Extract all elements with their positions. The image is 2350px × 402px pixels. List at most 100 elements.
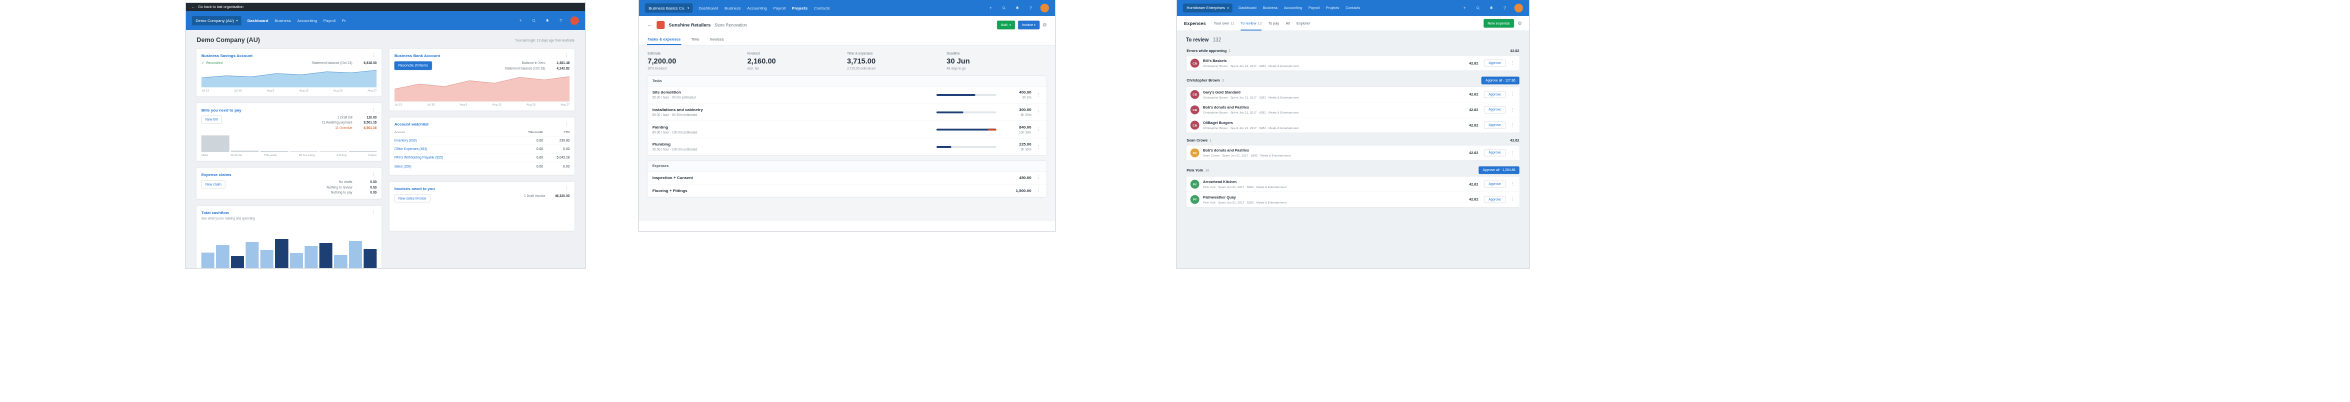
task-name[interactable]: Site demolition [652, 90, 932, 95]
approve-button[interactable]: Approve [1483, 90, 1506, 98]
approve-button[interactable]: Approve [1483, 59, 1506, 67]
kebab-menu-icon[interactable]: ⋮ [1509, 181, 1515, 186]
kebab-menu-icon[interactable]: ⋮ [370, 53, 376, 58]
help-icon[interactable]: ? [557, 18, 564, 23]
new-bill-button[interactable]: New bill [201, 115, 222, 124]
approve-button[interactable]: Approve [1483, 195, 1506, 203]
kebab-menu-icon[interactable]: ⋮ [1035, 92, 1041, 97]
kebab-menu-icon[interactable]: ⋮ [1509, 122, 1515, 127]
task-row[interactable]: Painting 80.00 / hour · 10h 0m estimated… [647, 121, 1047, 139]
bills-link[interactable]: Bills you need to pay [201, 108, 241, 113]
nav-payroll[interactable]: Payroll [323, 18, 335, 23]
kebab-menu-icon[interactable]: ⋮ [1035, 127, 1041, 132]
account-watchlist-link[interactable]: Account watchlist [394, 122, 428, 127]
user-avatar[interactable] [570, 16, 579, 25]
kebab-menu-icon[interactable]: ⋮ [1035, 144, 1041, 149]
expense-merchant[interactable]: Bob's donuts and Pastries [1203, 105, 1465, 109]
kebab-menu-icon[interactable]: ⋮ [1509, 150, 1515, 155]
user-avatar[interactable] [1514, 3, 1523, 13]
tab-your-own[interactable]: Your own 11 [1214, 16, 1234, 31]
invoice-button[interactable]: Invoice ▾ [1017, 20, 1040, 30]
expense-row[interactable]: Inspection + Consent 450.00 ⋮ [647, 171, 1047, 185]
kebab-menu-icon[interactable]: ⋮ [1035, 175, 1041, 180]
gear-icon[interactable]: ⚙ [1043, 22, 1047, 28]
kebab-menu-icon[interactable]: ⋮ [563, 186, 569, 191]
nav-payroll[interactable]: Payroll [773, 6, 785, 11]
expense-name[interactable]: Inspection + Consent [652, 175, 1003, 180]
nav-dashboard[interactable]: Dashboard [1238, 6, 1256, 10]
org-switcher[interactable]: Hornblower Enterprises ▾ [1183, 3, 1233, 13]
task-name[interactable]: Painting [652, 125, 932, 130]
kebab-menu-icon[interactable]: ⋮ [1509, 197, 1515, 202]
expense-row[interactable]: PY Arrowhead Kitchen Pink York · Spent J… [1186, 176, 1520, 192]
tab-explorer[interactable]: Explorer [1296, 16, 1310, 31]
approve-all-button[interactable]: Approve all · 127.86 [1481, 76, 1520, 85]
create-new-icon[interactable]: + [987, 5, 994, 10]
expense-merchant[interactable]: OliBagel Burgers [1203, 121, 1465, 125]
task-row[interactable]: Plumbing 90.00 / hour · 10h 0m estimated… [647, 138, 1046, 155]
nav-projects[interactable]: Pr [342, 18, 346, 23]
invoices-owed-link[interactable]: Invoices owed to you [394, 186, 434, 191]
expense-row[interactable]: CB Bob's donuts and Pastries Christopher… [1186, 102, 1520, 118]
approve-button[interactable]: Approve [1483, 180, 1506, 188]
notifications-icon[interactable] [1014, 6, 1021, 10]
org-switcher[interactable]: Business Basics Co. ▾ [644, 3, 693, 13]
account-link[interactable]: Sales (200) [394, 165, 516, 169]
expense-row[interactable]: PY Palmweather Quay Pink York · Spent Ju… [1186, 191, 1520, 207]
task-row[interactable]: Installations and cabinetry 55.00 / hour… [647, 104, 1047, 121]
expense-name[interactable]: Flooring + Fittings [652, 188, 1003, 193]
expense-merchant[interactable]: Gary's Gold Standard [1203, 90, 1465, 94]
nav-accounting[interactable]: Accounting [297, 18, 317, 23]
nav-contacts[interactable]: Contacts [814, 6, 830, 11]
back-arrow-icon[interactable]: ← [647, 22, 653, 29]
expense-row[interactable]: CB Gary's Gold Standard Christopher Brow… [1186, 86, 1520, 103]
kebab-menu-icon[interactable]: ⋮ [1509, 107, 1515, 112]
account-link[interactable]: Office Expenses (453) [394, 147, 516, 151]
total-cashflow-link[interactable]: Total cashflow [201, 210, 228, 215]
expense-row[interactable]: Flooring + Fittings 1,500.00 ⋮ [647, 184, 1046, 197]
help-icon[interactable]: ? [1027, 5, 1034, 10]
search-icon[interactable] [530, 18, 537, 23]
kebab-menu-icon[interactable]: ⋮ [1509, 60, 1515, 65]
user-avatar[interactable] [1040, 3, 1049, 13]
expense-row[interactable]: SC Bob's donuts and Pastries Sean Crowe … [1186, 145, 1520, 161]
approve-button[interactable]: Approve [1483, 106, 1506, 114]
expense-row[interactable]: CB Bill's Baskets Christopher Brown · Sp… [1186, 55, 1520, 71]
expense-merchant[interactable]: Palmweather Quay [1203, 195, 1465, 199]
create-new-icon[interactable]: + [1461, 5, 1468, 10]
nav-dashboard[interactable]: Dashboard [699, 6, 719, 11]
back-to-org-link[interactable]: Go back to last organisation [198, 5, 243, 9]
bank-account-link[interactable]: Business Bank Account [394, 53, 440, 58]
new-expense-button[interactable]: New expense [1483, 18, 1514, 28]
tab-tasks-expenses[interactable]: Tasks & expenses [647, 34, 681, 45]
nav-business[interactable]: Business [1263, 6, 1278, 10]
new-sales-invoice-button[interactable]: New sales invoice [394, 194, 431, 203]
nav-contacts[interactable]: Contacts [1346, 6, 1360, 10]
help-icon[interactable]: ? [1501, 5, 1508, 10]
org-switcher[interactable]: Demo Company (AU) ▾ [191, 15, 242, 26]
kebab-menu-icon[interactable]: ⋮ [563, 122, 569, 127]
tab-to-pay[interactable]: To pay [1268, 16, 1279, 31]
kebab-menu-icon[interactable]: ⋮ [563, 53, 569, 58]
gear-icon[interactable]: ⚙ [1518, 20, 1522, 27]
approve-all-button[interactable]: Approve all · 1,264.86 [1478, 166, 1520, 174]
tab-to-review[interactable]: To review 13 [1241, 16, 1262, 31]
kebab-menu-icon[interactable]: ⋮ [1509, 92, 1515, 97]
account-link[interactable]: PAYG Withholding Payable (825) [394, 156, 516, 160]
expense-claims-link[interactable]: Expense claims [201, 172, 231, 177]
nav-projects[interactable]: Projects [1326, 6, 1339, 10]
new-claim-button[interactable]: New claim [201, 180, 226, 189]
expense-row[interactable]: CB OliBagel Burgers Christopher Brown · … [1186, 117, 1520, 133]
search-icon[interactable] [1000, 6, 1007, 10]
kebab-menu-icon[interactable]: ⋮ [1035, 188, 1041, 193]
expense-merchant[interactable]: Bill's Baskets [1203, 59, 1465, 63]
task-name[interactable]: Plumbing [652, 142, 932, 147]
create-new-icon[interactable]: + [517, 18, 524, 23]
task-name[interactable]: Installations and cabinetry [652, 107, 932, 112]
account-link[interactable]: Inventory (630) [394, 139, 516, 143]
tab-invoices[interactable]: Invoices [709, 34, 724, 45]
add-button[interactable]: Add ▾ [996, 20, 1015, 30]
approve-button[interactable]: Approve [1483, 121, 1506, 129]
tab-time[interactable]: Time [690, 34, 700, 45]
nav-business[interactable]: Business [725, 6, 741, 11]
